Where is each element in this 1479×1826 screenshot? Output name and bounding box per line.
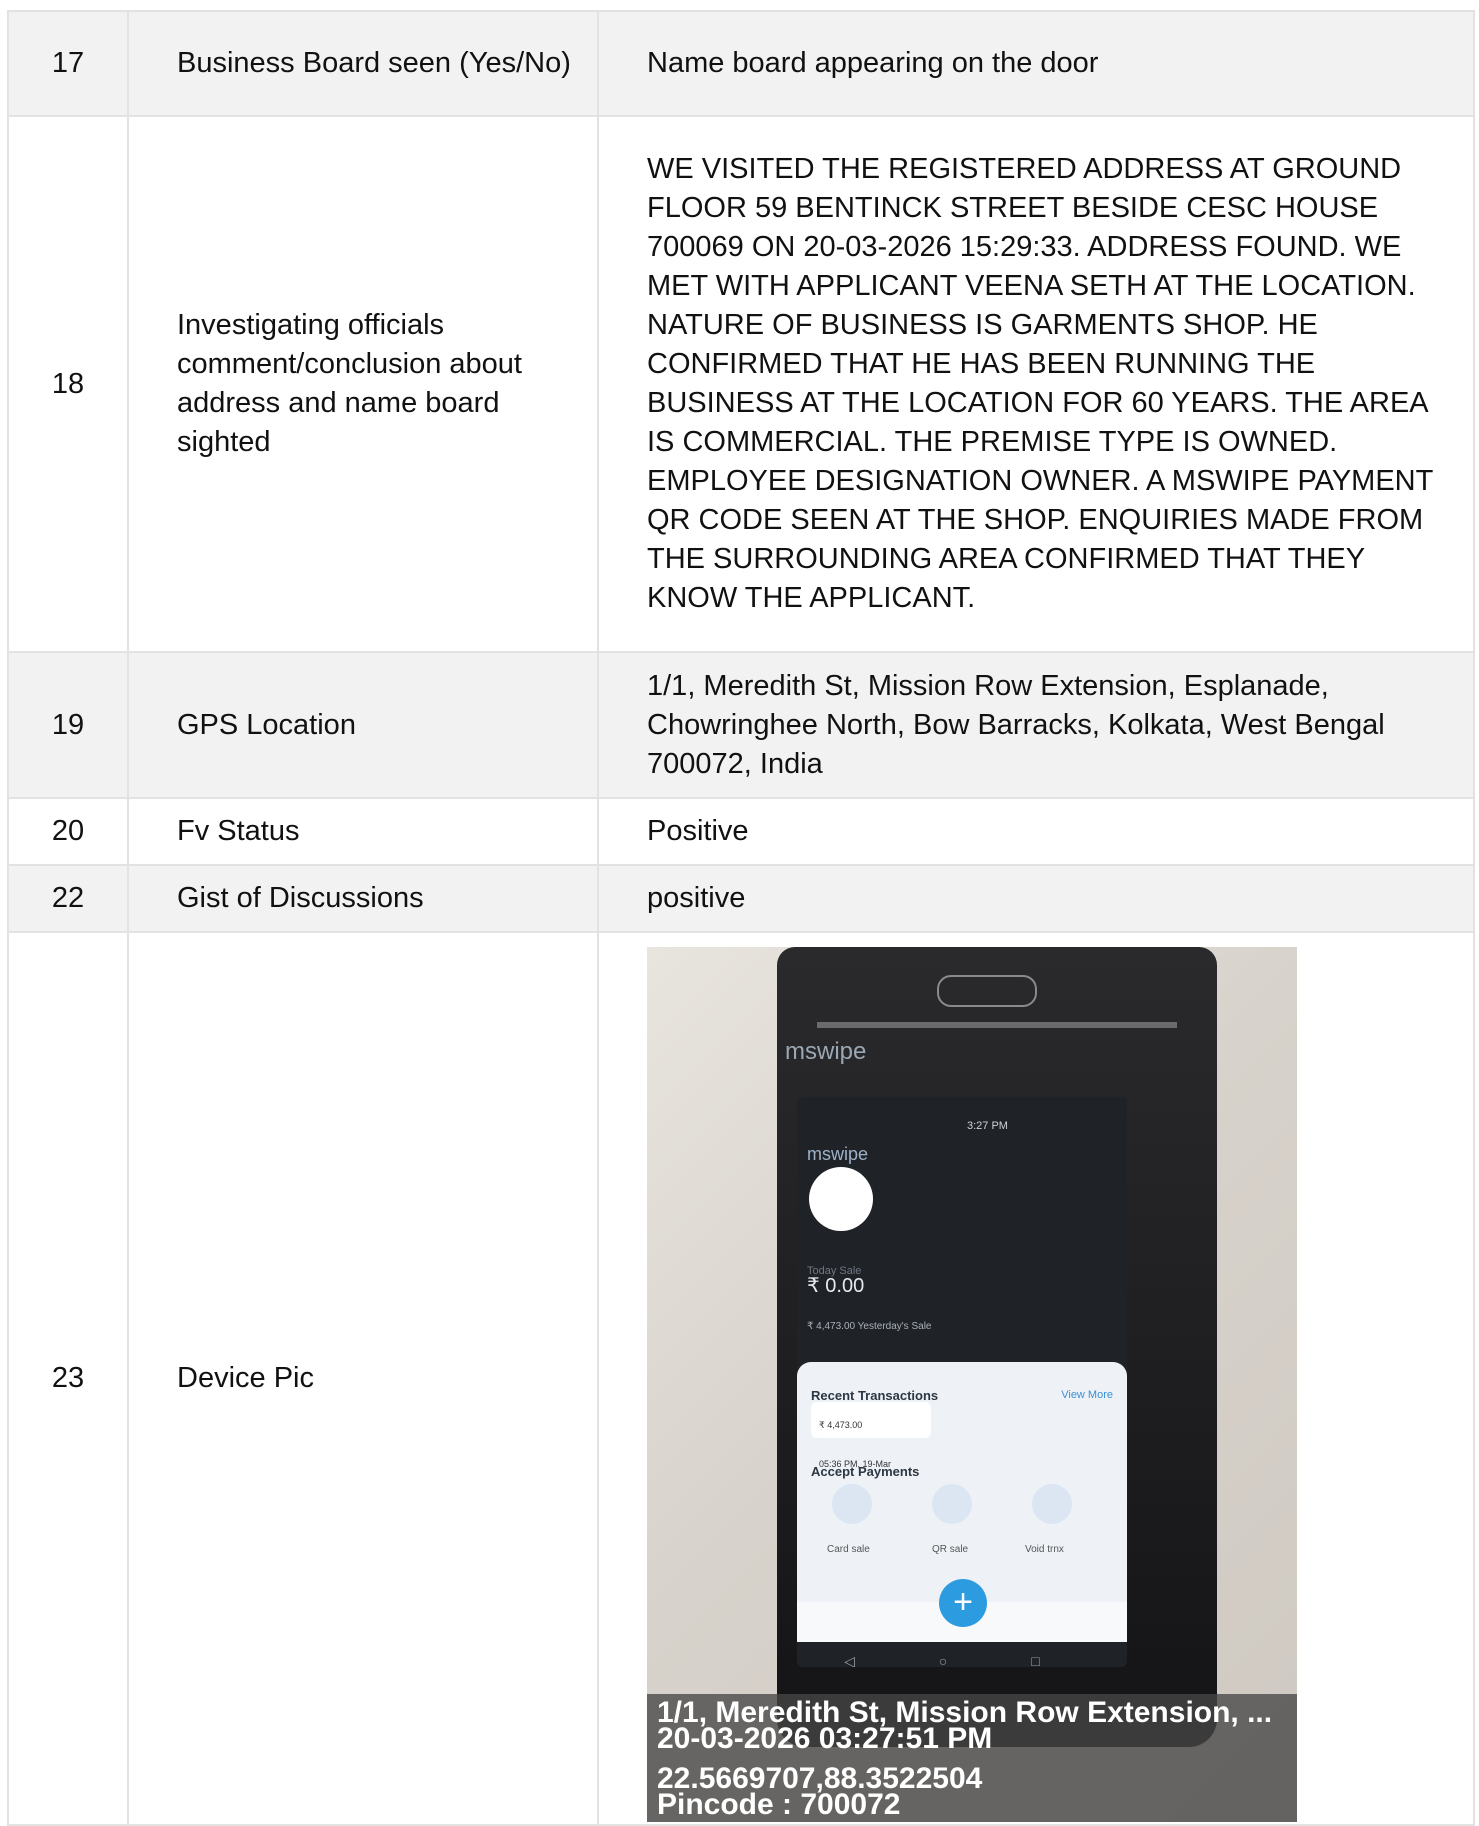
add-icon: + [939, 1579, 987, 1627]
accept-title: Accept Payments [811, 1464, 920, 1479]
table-row: 23 Device Pic mswipe 3:27 PM mswipe Toda… [7, 931, 1475, 1826]
contactless-icon [937, 975, 1037, 1007]
card-sale-label: Card sale [827, 1544, 870, 1555]
device-pic-cell: mswipe 3:27 PM mswipe Today Sale ₹ 0.00 … [597, 931, 1475, 1826]
row-value: WE VISITED THE REGISTERED ADDRESS AT GRO… [597, 115, 1475, 653]
geotag-pincode: Pincode : 700072 [657, 1788, 901, 1821]
pos-terminal: mswipe 3:27 PM mswipe Today Sale ₹ 0.00 … [777, 947, 1217, 1747]
row-number: 18 [7, 115, 129, 653]
terminal-screen: 3:27 PM mswipe Today Sale ₹ 0.00 ₹ 4,473… [797, 1097, 1127, 1667]
qr-icon [932, 1484, 972, 1524]
row-number: 23 [7, 931, 129, 1826]
today-amount: ₹ 0.00 [807, 1275, 865, 1297]
geotag-overlay: 1/1, Meredith St, Mission Row Extension,… [647, 1694, 1297, 1822]
row-value: positive [597, 864, 1475, 933]
table-row: 19 GPS Location 1/1, Meredith St, Missio… [7, 651, 1475, 799]
row-number: 17 [7, 10, 129, 117]
row-number: 19 [7, 651, 129, 799]
row-number: 20 [7, 797, 129, 866]
card-icon [832, 1484, 872, 1524]
transactions-card: Recent Transactions View More ₹ 4,473.00… [797, 1362, 1127, 1602]
row-label: Device Pic [127, 931, 599, 1826]
device-brand: mswipe [785, 1038, 867, 1065]
yesterday-sale: ₹ 4,473.00 Yesterday's Sale [807, 1321, 932, 1332]
geotag-datetime: 20-03-2026 03:27:51 PM [657, 1722, 993, 1755]
table-row: 20 Fv Status Positive [7, 797, 1475, 866]
table-row: 18 Investigating officials comment/concl… [7, 115, 1475, 653]
row-value: Positive [597, 797, 1475, 866]
qr-sale-label: QR sale [932, 1544, 969, 1555]
void-label: Void trnx [1025, 1544, 1064, 1555]
verification-table: 17 Business Board seen (Yes/No) Name boa… [7, 10, 1475, 1826]
table-row: 17 Business Board seen (Yes/No) Name boa… [7, 10, 1475, 117]
system-nav: ◁ ○ □ [844, 1653, 1080, 1667]
void-icon [1032, 1484, 1072, 1524]
row-label: Gist of Discussions [127, 864, 599, 933]
table-row: 22 Gist of Discussions positive [7, 864, 1475, 933]
redaction-blob [809, 1167, 873, 1231]
row-value: Name board appearing on the door [597, 10, 1475, 117]
tx-amount: ₹ 4,473.00 [819, 1420, 863, 1430]
transaction-item: ₹ 4,473.00 05:36 PM, 19-Mar [811, 1402, 931, 1469]
row-value: 1/1, Meredith St, Mission Row Extension,… [597, 651, 1475, 799]
row-label: Business Board seen (Yes/No) [127, 10, 599, 117]
row-label: Fv Status [127, 797, 599, 866]
row-label: GPS Location [127, 651, 599, 799]
printer-slot [817, 1022, 1177, 1028]
status-time: 3:27 PM [967, 1120, 1008, 1132]
row-number: 22 [7, 864, 129, 933]
row-label: Investigating officials comment/conclusi… [127, 115, 599, 653]
view-more-link: View More [1061, 1389, 1113, 1401]
device-photo: mswipe 3:27 PM mswipe Today Sale ₹ 0.00 … [647, 947, 1297, 1822]
